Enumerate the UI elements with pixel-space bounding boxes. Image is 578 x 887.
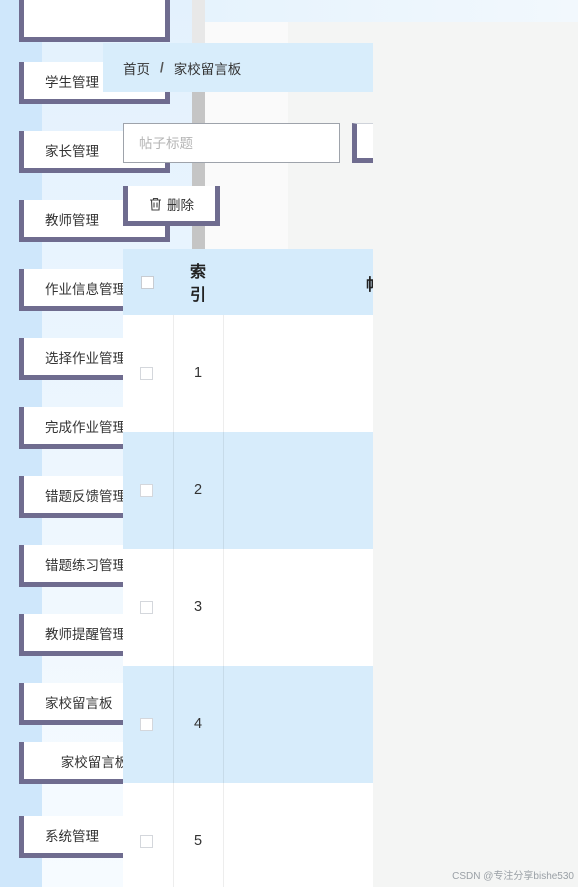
breadcrumb-current: 家校留言板 xyxy=(173,61,242,77)
column-divider xyxy=(223,315,224,887)
main-top-bar xyxy=(205,0,578,22)
row-checkbox[interactable] xyxy=(140,718,153,731)
row-index: 1 xyxy=(193,365,203,381)
delete-button[interactable]: 删除 xyxy=(123,186,220,226)
select-all-checkbox[interactable] xyxy=(141,276,154,289)
posts-table: 索引 帖 1 2 3 4 5 xyxy=(123,249,373,887)
sidebar-item-label: 家校留言板 xyxy=(60,754,129,770)
row-checkbox[interactable] xyxy=(140,835,153,848)
column-header-index: 索引 xyxy=(189,264,206,304)
table-row[interactable]: 4 xyxy=(123,666,373,783)
row-index: 4 xyxy=(193,716,203,732)
row-index: 2 xyxy=(193,482,203,498)
breadcrumb: 首页 / 家校留言板 xyxy=(103,43,373,92)
table-row[interactable]: 2 xyxy=(123,432,373,549)
row-checkbox[interactable] xyxy=(140,367,153,380)
watermark: CSDN @专注分享bishe530 xyxy=(452,871,574,882)
row-checkbox[interactable] xyxy=(140,484,153,497)
table-row[interactable]: 5 xyxy=(123,783,373,887)
column-divider xyxy=(173,315,174,887)
trash-icon xyxy=(150,197,161,211)
post-title-search-input[interactable] xyxy=(123,123,340,163)
table-header: 索引 帖 xyxy=(123,249,373,315)
sidebar-item-top-partial[interactable] xyxy=(19,0,170,42)
row-index: 3 xyxy=(193,599,203,615)
table-row[interactable]: 3 xyxy=(123,549,373,666)
row-checkbox[interactable] xyxy=(140,601,153,614)
breadcrumb-home[interactable]: 首页 xyxy=(123,58,150,78)
delete-button-label: 删除 xyxy=(167,197,194,213)
breadcrumb-separator: / xyxy=(160,60,164,75)
row-index: 5 xyxy=(193,833,203,849)
column-header-title: 帖 xyxy=(366,271,373,295)
table-row[interactable]: 1 xyxy=(123,315,373,432)
search-button-partial[interactable] xyxy=(352,123,373,163)
app-root: 学生管理 家长管理 教师管理 作业信息管理 选择作业管理 完成作业管理 错题反馈… xyxy=(0,0,578,887)
